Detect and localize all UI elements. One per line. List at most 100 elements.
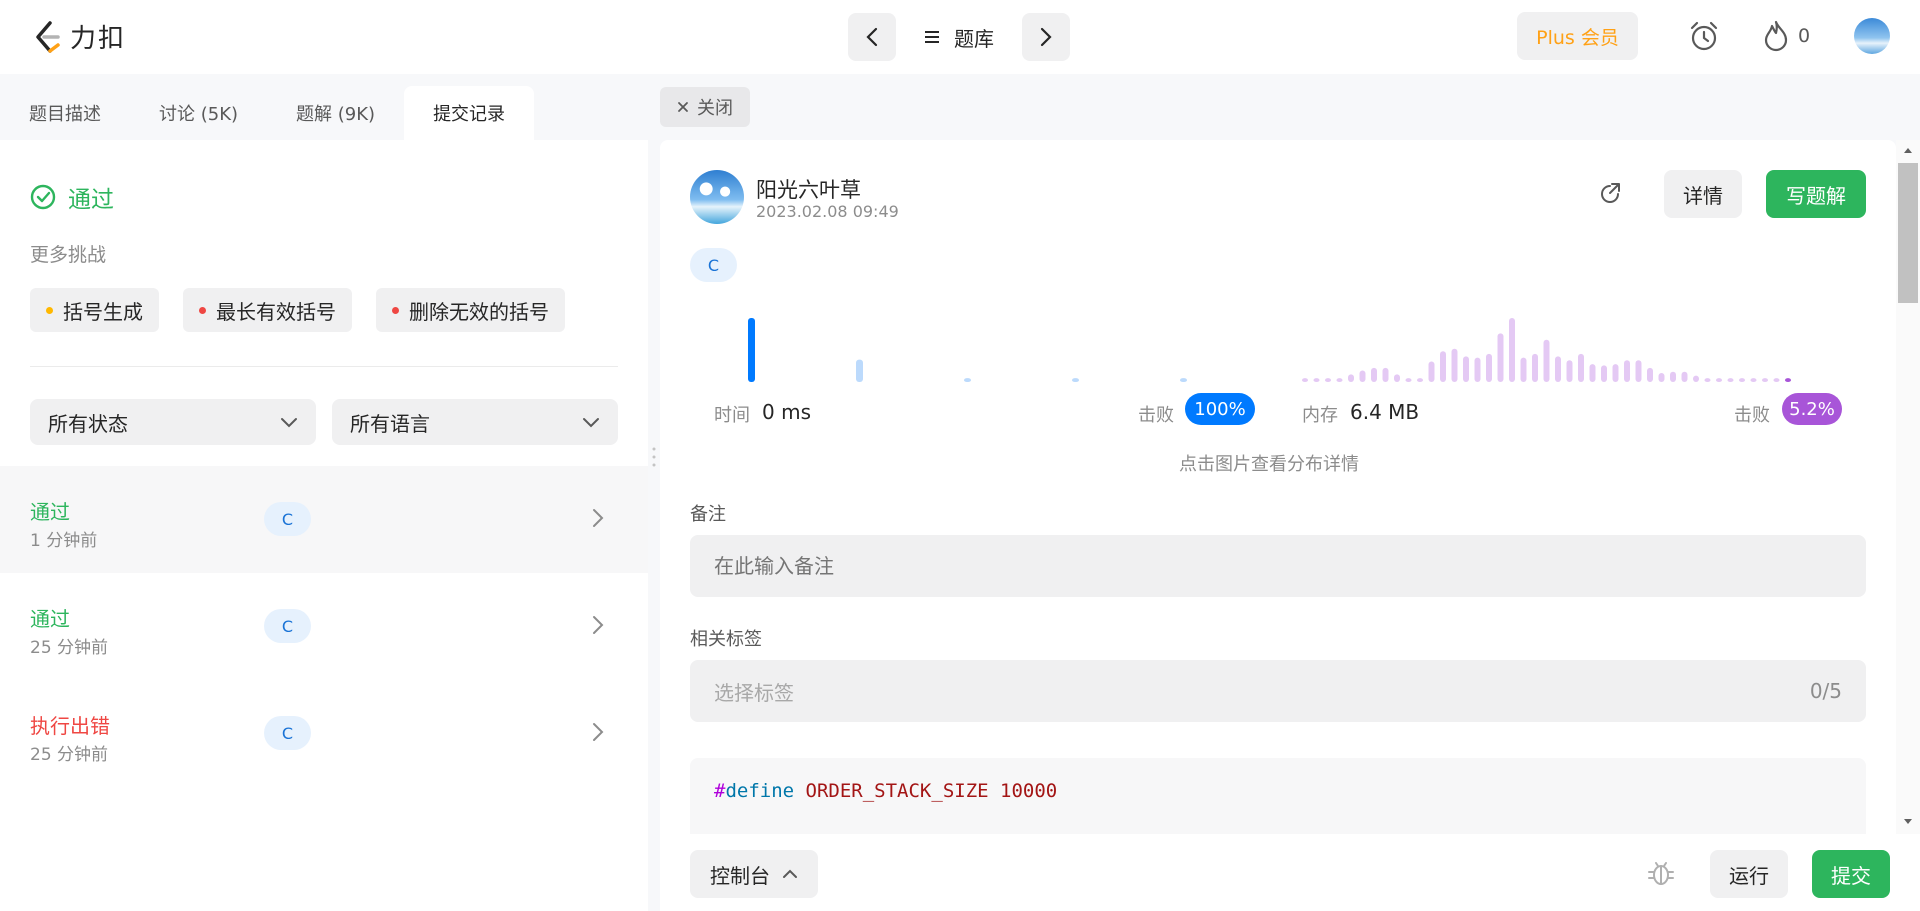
scroll-up-icon: [1904, 148, 1912, 153]
memory-bar: [1463, 356, 1469, 382]
status-filter-value: 所有状态: [48, 411, 128, 436]
tab-solutions[interactable]: 题解 (9K): [267, 86, 404, 140]
memory-bar: [1382, 367, 1389, 382]
code-viewer[interactable]: #define ORDER_STACK_SIZE 10000: [690, 758, 1866, 834]
logo-text: 力扣: [70, 24, 127, 54]
details-button[interactable]: 详情: [1664, 170, 1742, 218]
tags-placeholder: 选择标签: [714, 680, 794, 705]
challenge-chips: 括号生成 最长有效括号 删除无效的括号: [30, 288, 565, 332]
chevron-right-icon: [593, 616, 604, 634]
console-toggle-button[interactable]: 控制台: [690, 850, 818, 898]
chevron-right-icon: [593, 723, 604, 741]
result-status-text: 通过: [68, 187, 114, 213]
plus-member-button[interactable]: Plus 会员: [1517, 12, 1638, 60]
problem-list-label: 题库: [954, 26, 994, 51]
submit-button[interactable]: 提交: [1812, 850, 1890, 898]
check-circle-icon: [30, 184, 56, 210]
debug-bug-icon[interactable]: [1646, 858, 1676, 888]
submission-list: 通过 1 分钟前 C 通过 25 分钟前 C 执行出错 25 分钟前 C: [0, 466, 648, 787]
tags-select[interactable]: 选择标签 0/5: [690, 660, 1866, 722]
run-button[interactable]: 运行: [1710, 850, 1788, 898]
challenge-chip[interactable]: 删除无效的括号: [376, 288, 565, 332]
streak-counter[interactable]: 0: [1762, 20, 1810, 52]
submitter-name[interactable]: 阳光六叶草: [756, 174, 861, 204]
prev-problem-button[interactable]: [848, 13, 896, 61]
submission-row[interactable]: 通过 1 分钟前 C: [0, 466, 648, 573]
memory-beat-label: 击败: [1734, 405, 1770, 426]
submitter-avatar[interactable]: [690, 170, 744, 224]
runtime-value: 0 ms: [762, 400, 811, 424]
difficulty-dot: [46, 306, 53, 314]
top-nav: 力扣 题库 Plus 会员 0: [0, 0, 1920, 74]
memory-bar: [1716, 378, 1722, 382]
tags-label: 相关标签: [690, 629, 762, 650]
memory-bar: [1693, 375, 1699, 382]
panel-resize-handle[interactable]: [652, 445, 656, 469]
code-hash: #: [714, 780, 726, 802]
submission-filters: 所有状态 所有语言: [30, 399, 618, 445]
alarm-clock-icon[interactable]: [1688, 20, 1720, 52]
memory-bar: [1302, 378, 1308, 382]
memory-bar: [1601, 365, 1607, 382]
user-avatar[interactable]: [1854, 18, 1890, 54]
runtime-beat-label: 击败: [1138, 405, 1174, 426]
submission-row[interactable]: 通过 25 分钟前 C: [0, 573, 648, 680]
share-icon[interactable]: [1598, 182, 1622, 206]
runtime-bar: [1180, 378, 1187, 382]
scrollbar-thumb[interactable]: [1898, 163, 1918, 303]
memory-bar: [1566, 360, 1573, 382]
chevron-right-icon: [593, 509, 604, 527]
note-input[interactable]: [690, 535, 1866, 597]
memory-bar: [1451, 348, 1458, 382]
memory-bar: [1762, 378, 1768, 382]
memory-bar: [1532, 353, 1538, 382]
memory-bar: [1773, 378, 1780, 382]
status-filter-select[interactable]: 所有状态: [30, 399, 316, 445]
language-badge: C: [264, 502, 311, 536]
tab-discussion[interactable]: 讨论 (5K): [130, 86, 267, 140]
leetcode-logo[interactable]: 力扣: [32, 18, 126, 55]
memory-bar: [1486, 353, 1492, 382]
difficulty-dot: [392, 306, 399, 314]
memory-bar: [1359, 370, 1366, 382]
tab-submissions[interactable]: 提交记录: [404, 86, 535, 140]
memory-bar: [1658, 373, 1665, 382]
write-solution-button[interactable]: 写题解: [1766, 170, 1866, 218]
memory-bar: [1543, 339, 1550, 382]
language-badge: C: [690, 248, 737, 282]
runtime-bar: [748, 318, 755, 382]
note-label: 备注: [690, 504, 726, 525]
memory-bar: [1417, 378, 1423, 382]
runtime-bar: [856, 359, 863, 382]
memory-bar: [1750, 378, 1757, 382]
more-challenges-title: 更多挑战: [30, 244, 107, 266]
distribution-chart[interactable]: [690, 310, 1866, 390]
memory-bar: [1612, 364, 1619, 382]
challenge-chip[interactable]: 括号生成: [30, 288, 159, 332]
chevron-down-icon: [583, 418, 599, 428]
memory-bar: [1336, 378, 1343, 382]
next-problem-button[interactable]: [1022, 13, 1070, 61]
result-status: 通过: [30, 180, 114, 214]
close-detail-tab[interactable]: 关闭: [660, 87, 750, 127]
memory-bar: [1520, 357, 1527, 382]
runtime-beat-badge: 100%: [1185, 393, 1255, 425]
language-badge: C: [264, 609, 311, 643]
memory-bar: [1405, 378, 1412, 382]
chevron-right-icon: [1040, 27, 1052, 47]
submission-row[interactable]: 执行出错 25 分钟前 C: [0, 680, 648, 787]
streak-count: 0: [1798, 25, 1811, 47]
submission-detail-panel: 阳光六叶草 2023.02.08 09:49 详情 写题解 C 时间 0 ms …: [660, 140, 1896, 834]
problem-list-link[interactable]: 题库: [896, 23, 1022, 52]
language-badge: C: [264, 716, 311, 750]
tab-description[interactable]: 题目描述: [0, 86, 130, 140]
challenge-label: 最长有效括号: [216, 299, 336, 324]
memory-bar: [1474, 357, 1481, 382]
language-filter-select[interactable]: 所有语言: [332, 399, 618, 445]
chevron-up-icon: [783, 869, 797, 878]
runtime-label: 时间: [714, 405, 750, 426]
memory-bar: [1624, 360, 1630, 382]
memory-bar: [1704, 378, 1711, 382]
submissions-panel: 通过 更多挑战 括号生成 最长有效括号 删除无效的括号 所有状态 所有语言 通过…: [0, 140, 648, 911]
challenge-chip[interactable]: 最长有效括号: [183, 288, 352, 332]
